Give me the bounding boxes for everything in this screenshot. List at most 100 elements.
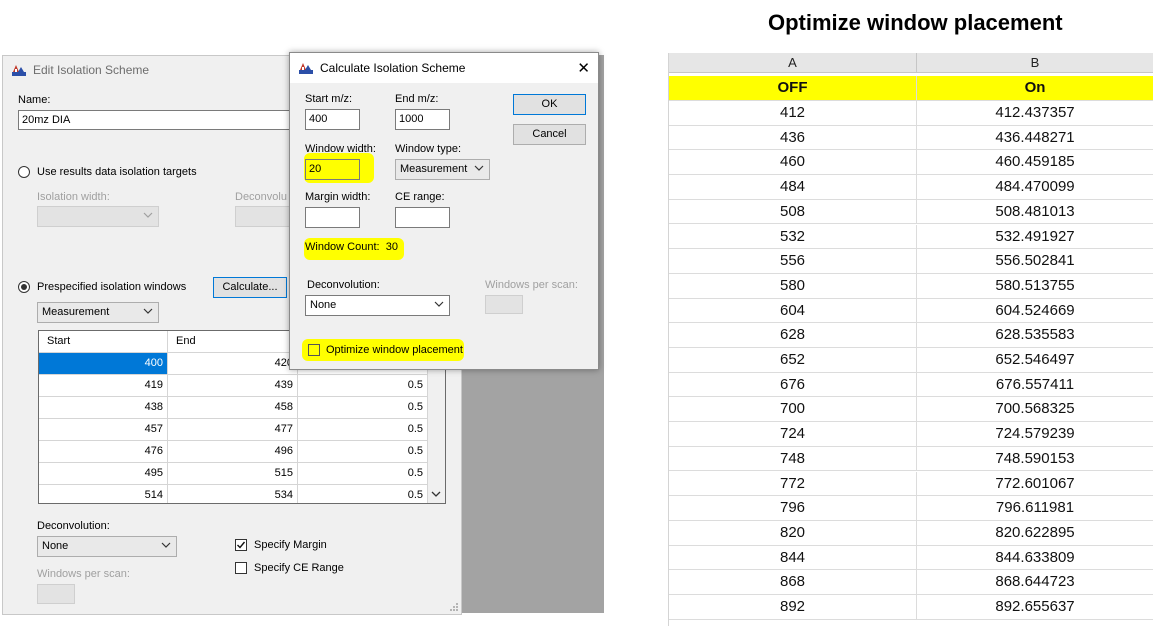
grid-cell-start[interactable]: 438	[39, 397, 168, 419]
resize-grip-icon[interactable]	[449, 602, 459, 612]
cell-off-value[interactable]: 868	[669, 570, 917, 594]
cell-on-value[interactable]: 676.557411	[917, 373, 1153, 397]
grid-cell-start[interactable]: 419	[39, 375, 168, 397]
cell-on-value[interactable]: 748.590153	[917, 447, 1153, 471]
grid-cell-margin[interactable]: 0.5	[298, 419, 428, 441]
end-mz-field[interactable]: 1000	[395, 109, 450, 130]
grid-cell-margin[interactable]: 0.5	[298, 441, 428, 463]
specify-ce-range-checkbox[interactable]	[235, 562, 247, 574]
deconvolution-combo-truncated[interactable]	[235, 206, 290, 227]
cell-off-value[interactable]: 652	[669, 348, 917, 372]
start-mz-field[interactable]: 400	[305, 109, 360, 130]
grid-cell-end[interactable]: 534	[168, 485, 298, 503]
cell-on-value[interactable]: 700.568325	[917, 397, 1153, 421]
cell-on-value[interactable]: 868.644723	[917, 570, 1153, 594]
deconvolution-combo[interactable]: None	[37, 536, 177, 557]
cell-off-value[interactable]: 604	[669, 298, 917, 323]
cell-off-value[interactable]: 556	[669, 249, 917, 273]
cell-off-value[interactable]: 532	[669, 224, 917, 249]
cell-on-value[interactable]: 844.633809	[917, 546, 1153, 570]
column-header-a[interactable]: A	[669, 53, 917, 73]
grid-cell-start[interactable]: 514	[39, 485, 168, 503]
calc-windows-per-scan-field[interactable]	[485, 295, 523, 314]
name-field[interactable]: 20mz DIA	[18, 110, 293, 130]
column-header-b[interactable]: B	[917, 53, 1153, 73]
cell-off-value[interactable]: 412	[669, 101, 917, 125]
cell-on-value[interactable]: 460.459185	[917, 150, 1153, 174]
cell-on-value[interactable]: 820.622895	[917, 521, 1153, 545]
grid-cell-end[interactable]: 420	[168, 353, 298, 375]
header-cell-off[interactable]: OFF	[669, 76, 917, 100]
cell-off-value[interactable]: 724	[669, 422, 917, 446]
cell-on-value[interactable]: 772.601067	[917, 472, 1153, 496]
table-row[interactable]: 438 458 0.5	[39, 397, 428, 419]
specify-margin-checkbox[interactable]	[235, 539, 247, 551]
cell-on-value[interactable]: 652.546497	[917, 348, 1153, 372]
cell-off-value[interactable]: 676	[669, 372, 917, 397]
close-icon[interactable]: ✕	[577, 59, 590, 77]
grid-cell-margin[interactable]: 0.5	[298, 485, 428, 503]
grid-cell-start[interactable]: 476	[39, 441, 168, 463]
cell-on-value[interactable]: 412.437357	[917, 101, 1153, 125]
cell-on-value[interactable]: 580.513755	[917, 274, 1153, 298]
table-row[interactable]: 419 439 0.5	[39, 375, 428, 397]
grid-cell-end[interactable]: 439	[168, 375, 298, 397]
calculate-button[interactable]: Calculate...	[213, 277, 287, 298]
grid-cell-margin[interactable]: 0.5	[298, 463, 428, 485]
table-row[interactable]: 476 496 0.5	[39, 441, 428, 463]
isolation-width-combo[interactable]	[37, 206, 159, 227]
cell-on-value[interactable]: 532.491927	[917, 225, 1153, 249]
cell-off-value[interactable]: 748	[669, 446, 917, 471]
ok-button[interactable]: OK	[513, 94, 586, 115]
grid-cell-end[interactable]: 496	[168, 441, 298, 463]
grid-header-end[interactable]: End	[168, 331, 298, 353]
chevron-down-icon[interactable]	[431, 489, 441, 499]
cell-on-value[interactable]: 508.481013	[917, 200, 1153, 224]
cell-off-value[interactable]: 436	[669, 125, 917, 150]
window-width-field[interactable]: 20	[305, 159, 360, 180]
margin-width-field[interactable]	[305, 207, 360, 228]
cancel-button[interactable]: Cancel	[513, 124, 586, 145]
grid-cell-start[interactable]: 495	[39, 463, 168, 485]
cell-on-value[interactable]: 436.448271	[917, 126, 1153, 150]
table-row[interactable]: 457 477 0.5	[39, 419, 428, 441]
windows-per-scan-field[interactable]	[37, 584, 75, 604]
cell-on-value[interactable]: 556.502841	[917, 249, 1153, 273]
cell-off-value[interactable]: 628	[669, 323, 917, 347]
grid-cell-start[interactable]: 400	[39, 353, 168, 375]
window-type-combo[interactable]: Measurement	[37, 302, 159, 323]
calc-deconvolution-combo[interactable]: None	[305, 295, 450, 316]
table-row[interactable]: 514 534 0.5	[39, 485, 428, 503]
grid-cell-end[interactable]: 477	[168, 419, 298, 441]
prespecified-radio[interactable]	[18, 281, 30, 293]
cell-off-value[interactable]: 580	[669, 273, 917, 298]
cell-on-value[interactable]: 604.524669	[917, 299, 1153, 323]
optimize-window-placement-checkbox[interactable]	[308, 344, 320, 356]
cell-off-value[interactable]: 772	[669, 471, 917, 496]
grid-cell-end[interactable]: 458	[168, 397, 298, 419]
cell-on-value[interactable]: 628.535583	[917, 323, 1153, 347]
ce-range-field[interactable]	[395, 207, 450, 228]
grid-cell-start[interactable]: 457	[39, 419, 168, 441]
use-results-radio[interactable]	[18, 166, 30, 178]
grid-cell-margin[interactable]: 0.5	[298, 375, 428, 397]
cell-off-value[interactable]: 484	[669, 175, 917, 199]
cell-on-value[interactable]: 724.579239	[917, 422, 1153, 446]
grid-cell-margin[interactable]: 0.5	[298, 397, 428, 419]
cell-off-value[interactable]: 844	[669, 545, 917, 570]
cell-off-value[interactable]: 892	[669, 595, 917, 619]
cell-off-value[interactable]: 796	[669, 496, 917, 520]
grid-header-start[interactable]: Start	[39, 331, 168, 353]
cell-on-value[interactable]: 796.611981	[917, 496, 1153, 520]
table-row: 724 724.579239	[669, 422, 1153, 447]
header-cell-on[interactable]: On	[917, 76, 1153, 100]
cell-on-value[interactable]: 892.655637	[917, 595, 1153, 619]
cell-off-value[interactable]: 700	[669, 397, 917, 422]
cell-on-value[interactable]: 484.470099	[917, 175, 1153, 199]
table-row[interactable]: 495 515 0.5	[39, 463, 428, 485]
cell-off-value[interactable]: 820	[669, 520, 917, 545]
grid-cell-end[interactable]: 515	[168, 463, 298, 485]
window-type-combo[interactable]: Measurement	[395, 159, 490, 180]
cell-off-value[interactable]: 460	[669, 150, 917, 175]
cell-off-value[interactable]: 508	[669, 199, 917, 224]
